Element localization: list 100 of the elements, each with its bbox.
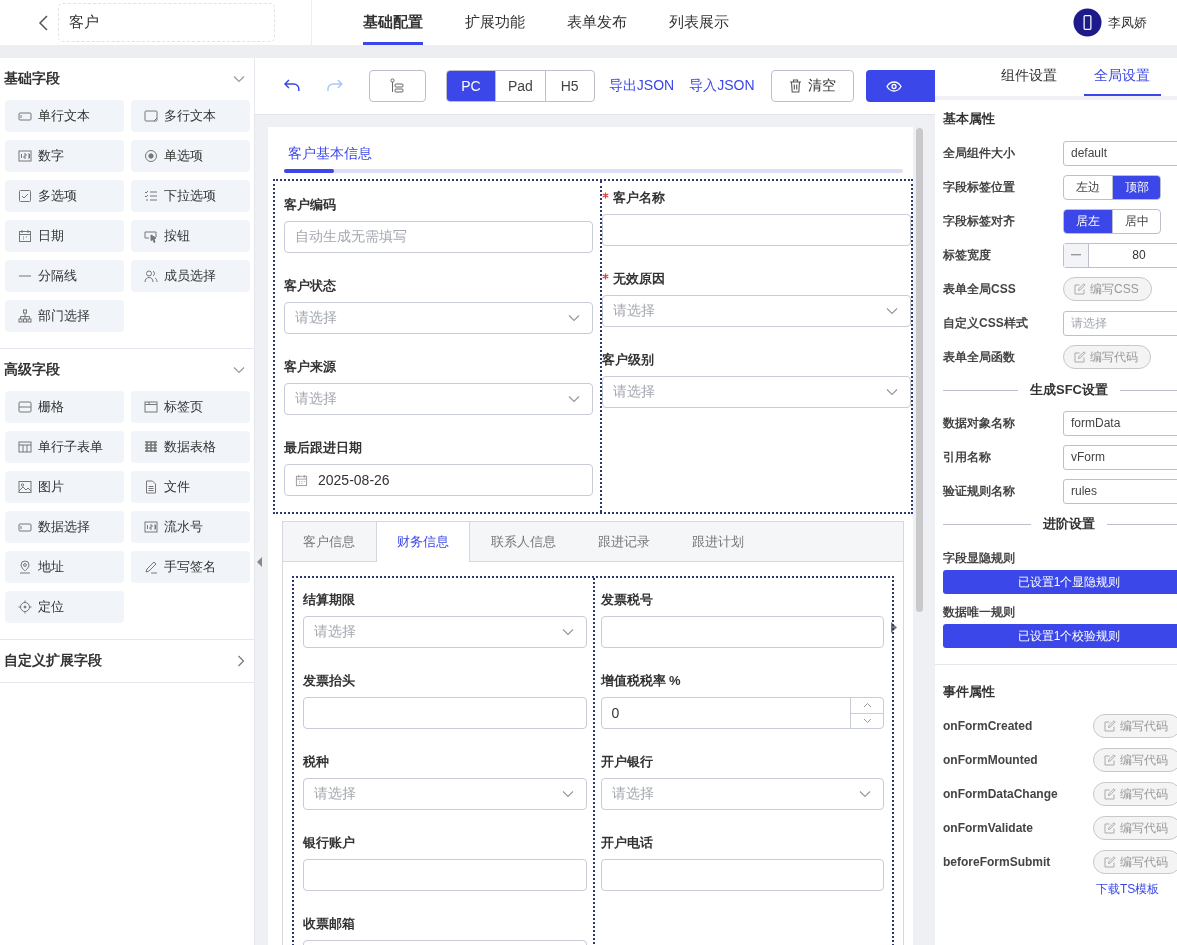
field-type-item[interactable]: 手写签名 [131,551,250,583]
field-type-item[interactable]: 多选项 [5,180,124,212]
segment-option[interactable]: 居中 [1112,209,1160,233]
text-field[interactable] [600,859,884,891]
setting-label: 标签宽度 [943,246,992,264]
group-title[interactable]: 基础字段 [4,70,60,88]
setting-label: onFormCreated [943,719,1034,733]
text-field[interactable] [303,859,587,891]
nav-tab[interactable]: 列表展示 [669,0,729,45]
pointer-icon [144,229,158,243]
download-link[interactable]: 下载TS模板 [1096,881,1160,898]
field-type-item[interactable]: 文件 [131,471,250,503]
undo-icon[interactable] [283,79,301,93]
device-option[interactable]: Pad [495,71,545,101]
title-field[interactable]: 客户 [58,3,275,42]
group-title[interactable]: 高级字段 [4,361,60,379]
avatar-icon[interactable] [1073,8,1102,37]
field-label: 收票邮箱 [303,914,356,933]
field-label: 客户状态 [284,276,337,295]
chevron-up-icon[interactable] [862,702,872,709]
field-label: 客户名称 [602,181,911,214]
number-icon [18,149,32,163]
required-icon [602,192,609,199]
field-type-item[interactable]: 下拉选项 [131,180,250,212]
group-title[interactable]: 自定义扩展字段 [4,652,102,670]
input-icon [18,109,32,123]
text-field[interactable]: vForm [1063,444,1177,470]
field-type-item[interactable]: 单选项 [131,140,250,172]
segment-option[interactable]: 顶部 [1112,175,1160,199]
section-title: 基本属性 [943,110,996,128]
rule-button[interactable]: 已设置1个校验规则 [943,624,1177,648]
field-label: 客户级别 [602,350,655,369]
setting-label: 表单全局函数 [943,348,1016,366]
preview-button[interactable] [865,70,935,102]
nav-tab[interactable]: 扩展功能 [465,0,525,45]
back-icon[interactable] [37,14,51,31]
pen-icon [144,560,158,574]
field-type-item[interactable]: 流水号 [131,511,250,543]
date-field[interactable]: 2025-08-26 [284,464,593,496]
number-icon [144,520,158,534]
rule-button[interactable]: 已设置1个显隐规则 [943,570,1177,594]
field-type-item[interactable]: 数字 [5,140,124,172]
nav-tab[interactable]: 表单发布 [567,0,627,45]
outline-button[interactable] [368,70,426,102]
field-type-item[interactable]: 单行文本 [5,100,124,132]
settings-tab[interactable]: 全局设置 [1083,58,1161,96]
text-field[interactable] [602,214,911,246]
text-field[interactable] [600,616,884,648]
settings-tab[interactable]: 组件设置 [990,58,1068,96]
form-tab[interactable]: 联系人信息 [470,522,577,561]
field-type-item[interactable]: 数据表格 [131,431,250,463]
chevron-right-icon[interactable] [237,655,245,667]
json-link[interactable]: 导入JSON [689,77,755,95]
field-type-item[interactable]: 日期 [5,220,124,252]
field-type-item[interactable]: 成员选择 [131,260,250,292]
setting-label: 全局组件大小 [943,144,1016,162]
field-type-item[interactable]: 部门选择 [5,300,124,332]
segment-option[interactable]: 居左 [1064,209,1112,233]
text-field[interactable]: rules [1063,478,1177,504]
chevron-down-icon [568,314,580,322]
field-type-item[interactable]: 数据选择 [5,511,124,543]
calendar-icon [18,229,32,243]
device-option[interactable]: PC [446,71,496,101]
user-name: 李凤娇 [1108,13,1147,32]
text-field[interactable]: formData [1063,410,1177,436]
edit-icon [1074,351,1086,363]
text-field[interactable]: default [1063,140,1177,166]
field-type-item[interactable]: 标签页 [131,391,250,423]
field-type-item[interactable]: 图片 [5,471,124,503]
expand-right-icon[interactable] [890,621,898,634]
field-type-item[interactable]: 单行子表单 [5,431,124,463]
checkbox-icon [18,189,32,203]
text-field[interactable] [303,697,587,729]
chevron-down-icon [561,628,574,636]
section-tab[interactable]: 客户基本信息 [288,145,372,163]
field-label: 结算期限 [303,590,356,609]
number-field[interactable]: 0 [600,697,884,729]
field-label: 发票抬头 [303,671,356,690]
form-tab[interactable]: 客户信息 [283,522,376,561]
scrollbar[interactable] [916,128,923,612]
clear-button[interactable]: 清空 [770,70,854,102]
json-link[interactable]: 导出JSON [608,77,675,95]
field-type-item[interactable]: 栅格 [5,391,124,423]
form-tab[interactable]: 跟进记录 [577,522,671,561]
input-icon [18,520,32,534]
field-type-item[interactable]: 多行文本 [131,100,250,132]
field-type-item[interactable]: 分隔线 [5,260,124,292]
device-option[interactable]: H5 [544,71,594,101]
setting-label: 验证规则名称 [943,482,1016,500]
field-label: 开户电话 [600,833,654,852]
form-tab[interactable]: 跟进计划 [671,522,765,561]
chevron-down-icon[interactable] [862,717,872,724]
segment-option[interactable]: 左边 [1064,175,1112,199]
field-type-item[interactable]: 地址 [5,551,124,583]
field-type-item[interactable]: 按钮 [131,220,250,252]
form-tab[interactable]: 财务信息 [376,522,470,562]
field-type-item[interactable]: 定位 [5,591,124,623]
setting-label: 字段标签对齐 [943,212,1016,230]
data-table-icon [144,440,158,454]
setting-label: beforeFormSubmit [943,855,1052,869]
